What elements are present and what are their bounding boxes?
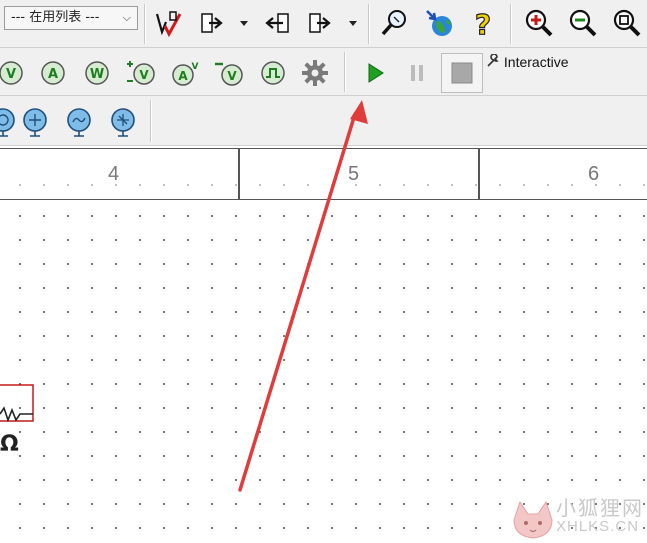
annotation-arrow (238, 100, 368, 492)
watermark-title: 小狐狸网 (556, 496, 644, 520)
watermark-domain: XHLKS.CN (556, 518, 640, 535)
